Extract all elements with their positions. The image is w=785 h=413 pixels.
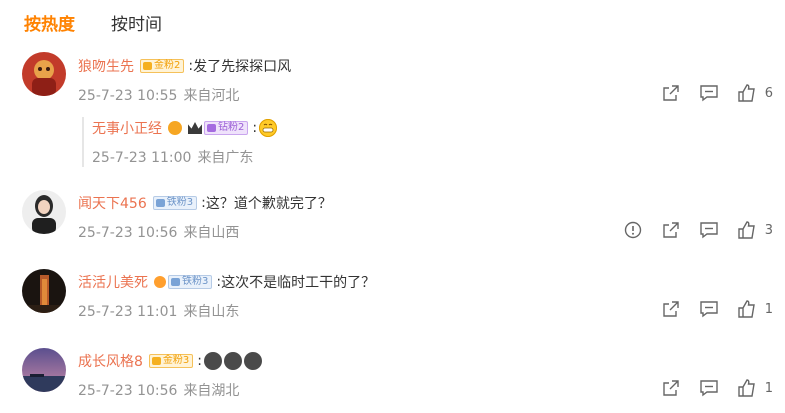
sort-tabs: 按热度 按时间 [24,8,162,36]
location: 来自湖北 [183,383,240,399]
reply-username[interactable]: 无事小正经 [92,118,162,138]
face-emoji [224,352,243,370]
comment-button[interactable] [699,299,719,319]
comment-button[interactable] [699,378,719,398]
fan-badge[interactable]: 铁粉3 [152,196,198,210]
reply-item: 无事小正经 钻粉2 : 25-7-23 11:00 来自广东 [82,117,382,167]
forward-icon [663,222,679,238]
fan-badge[interactable]: 金粉3 [148,354,194,368]
gem-icon [143,62,152,70]
gem-icon [155,199,165,207]
timestamp: 25-7-23 10:56 [78,225,178,241]
smile-emoji [259,119,278,137]
fan-badge[interactable]: 金粉2 [140,59,185,73]
comment-text: 这次不是临时工干的了？ [221,275,376,291]
comment-button[interactable] [699,83,719,103]
like-count: 1 [764,301,773,317]
location: 来自山东 [183,304,240,320]
timestamp: 25-7-23 10:56 [78,383,178,399]
avatar[interactable] [22,52,66,96]
tab-time[interactable]: 按时间 [111,10,162,35]
like-count: 6 [764,85,773,101]
like-button[interactable]: 1 [737,378,773,398]
forward-icon [663,85,679,101]
forward-button[interactable] [661,299,681,319]
avatar[interactable] [22,269,66,313]
like-button[interactable]: 6 [737,83,773,103]
comment-icon [700,301,718,318]
comment-icon [700,380,718,397]
like-count: 1 [764,380,773,396]
verified-icon [168,121,182,135]
username[interactable]: 活活儿美死 [78,272,148,292]
like-button[interactable]: 3 [737,220,773,240]
gem-icon [151,357,161,365]
comment-text: 发了先探探口风 [193,59,292,75]
emoji-icon [154,276,166,288]
like-icon [738,300,755,318]
crown-icon [188,122,202,134]
like-button[interactable]: 1 [737,299,773,319]
face-emoji [244,352,263,370]
location: 来自广东 [197,150,254,166]
comment-icon [700,85,718,102]
comment-text: 这？道个歉就完了？ [205,196,332,212]
forward-button[interactable] [661,83,681,103]
forward-icon [663,380,679,396]
reply-meta: 25-7-23 11:00 来自广东 [92,147,382,167]
username[interactable]: 成长风格8 [78,351,143,371]
like-icon [738,379,755,397]
username[interactable]: 狼吻生先 [78,56,134,76]
gem-icon [207,124,216,132]
like-icon [738,221,755,239]
face-emoji [204,352,223,370]
avatar[interactable] [22,348,66,392]
forward-icon [663,301,679,317]
comment-button[interactable] [699,220,719,240]
fan-badge[interactable]: 铁粉3 [168,275,213,289]
location: 来自山西 [183,225,240,241]
like-count: 3 [764,222,773,238]
fan-badge[interactable]: 钻粉2 [204,121,249,135]
location: 来自河北 [183,88,240,104]
timestamp: 25-7-23 10:55 [78,88,178,104]
report-icon [624,221,641,239]
avatar[interactable] [22,190,66,234]
forward-button[interactable] [661,378,681,398]
comment-icon [700,222,718,239]
tab-hot[interactable]: 按热度 [24,10,75,35]
timestamp: 25-7-23 11:01 [78,304,178,320]
username[interactable]: 闻天下456 [78,193,147,213]
forward-button[interactable] [661,220,681,240]
gem-icon [171,278,180,286]
timestamp: 25-7-23 11:00 [92,150,192,166]
report-button[interactable] [623,220,643,240]
like-icon [738,84,755,102]
